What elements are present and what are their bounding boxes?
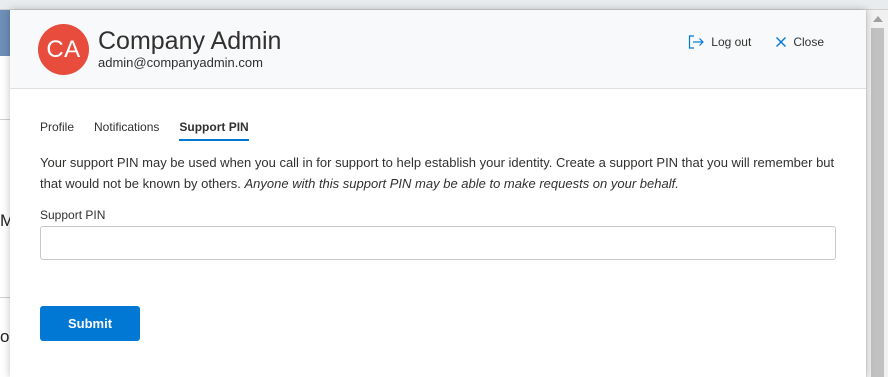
tab-profile[interactable]: Profile — [40, 120, 74, 141]
header-actions: Log out Close — [688, 35, 824, 49]
support-pin-description: Your support PIN may be used when you ca… — [40, 152, 840, 194]
support-pin-label: Support PIN — [40, 208, 106, 222]
tab-support-pin[interactable]: Support PIN — [179, 120, 249, 141]
support-pin-input[interactable] — [40, 226, 836, 260]
panel-header: CA Company Admin admin@companyadmin.com … — [10, 10, 866, 89]
scrollbar[interactable] — [866, 10, 888, 377]
avatar: CA — [38, 24, 89, 75]
tab-notifications[interactable]: Notifications — [94, 120, 159, 141]
description-warning: Anyone with this support PIN may be able… — [244, 176, 679, 191]
background-text: o — [0, 327, 10, 346]
sign-out-icon — [688, 35, 705, 49]
logout-button[interactable]: Log out — [688, 35, 751, 49]
scrollbar-thumb[interactable] — [871, 28, 884, 377]
submit-button[interactable]: Submit — [40, 306, 140, 341]
logout-label: Log out — [711, 35, 752, 49]
background-divider — [0, 297, 10, 298]
user-email: admin@companyadmin.com — [98, 55, 263, 70]
background-header — [0, 10, 10, 56]
close-button[interactable]: Close — [775, 35, 824, 49]
browser-top-bar — [0, 0, 888, 10]
user-name: Company Admin — [98, 27, 282, 55]
account-settings-panel: CA Company Admin admin@companyadmin.com … — [10, 10, 866, 377]
background-left-strip — [0, 10, 10, 377]
settings-tabs: Profile Notifications Support PIN — [40, 120, 249, 141]
close-icon — [775, 36, 787, 48]
close-label: Close — [793, 35, 824, 49]
background-divider — [0, 119, 10, 120]
scroll-up-arrow-icon[interactable] — [873, 16, 883, 22]
avatar-initials: CA — [46, 35, 81, 63]
